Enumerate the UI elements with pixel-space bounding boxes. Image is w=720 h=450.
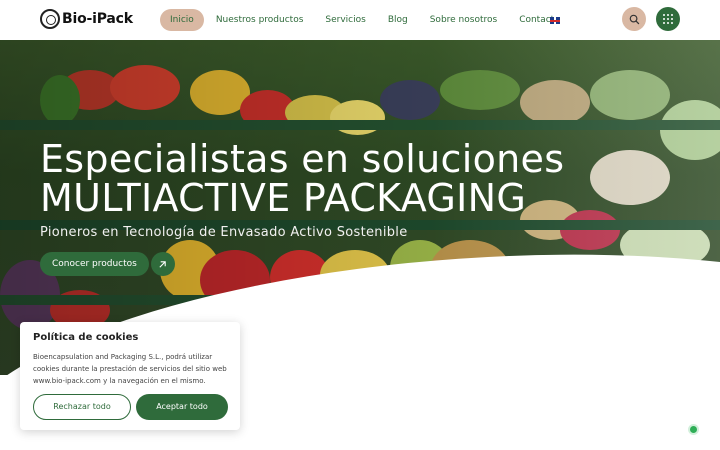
nav-item-contacto[interactable]: Contacto: [509, 9, 570, 31]
nav-item-inicio[interactable]: Inicio: [160, 9, 204, 31]
hero-title: Especialistas en soluciones MULTIACTIVE …: [40, 140, 564, 218]
grid-menu-button[interactable]: [656, 7, 680, 31]
main-nav: Inicio Nuestros productos Servicios Blog…: [160, 9, 572, 31]
hero-cta-group: Conocer productos: [40, 252, 175, 276]
grid-menu-icon: [663, 14, 673, 24]
reject-all-button[interactable]: Rechazar todo: [33, 394, 131, 420]
hero-subtitle: Pioneros en Tecnología de Envasado Activ…: [40, 225, 408, 240]
nav-item-servicios[interactable]: Servicios: [315, 9, 375, 31]
chat-widget-icon[interactable]: [690, 426, 697, 433]
hero-title-line1: Especialistas en soluciones: [40, 137, 565, 181]
cookie-text: Bioencapsulation and Packaging S.L., pod…: [33, 353, 227, 385]
search-icon: [629, 14, 639, 24]
logo-mark-icon: [40, 9, 60, 29]
arrow-up-right-icon[interactable]: [150, 252, 175, 276]
logo-text: Bio-iPack: [62, 11, 133, 27]
accept-all-button[interactable]: Aceptar todo: [136, 394, 228, 420]
uk-flag-icon[interactable]: [550, 17, 560, 24]
hero-title-line2: MULTIACTIVE PACKAGING: [40, 176, 527, 220]
search-button[interactable]: [622, 7, 646, 31]
logo[interactable]: Bio-iPack: [40, 9, 133, 29]
site-header: Bio-iPack Inicio Nuestros productos Serv…: [0, 0, 720, 40]
cookie-title: Política de cookies: [33, 332, 139, 343]
nav-item-productos[interactable]: Nuestros productos: [206, 9, 314, 31]
know-products-button[interactable]: Conocer productos: [40, 252, 149, 276]
nav-item-sobre-nosotros[interactable]: Sobre nosotros: [420, 9, 507, 31]
nav-item-blog[interactable]: Blog: [378, 9, 418, 31]
cookie-actions: Rechazar todo Aceptar todo: [33, 394, 228, 420]
page: Especialistas en soluciones MULTIACTIVE …: [0, 0, 720, 450]
cookie-consent-dialog: Política de cookies Bioencapsulation and…: [20, 322, 240, 430]
